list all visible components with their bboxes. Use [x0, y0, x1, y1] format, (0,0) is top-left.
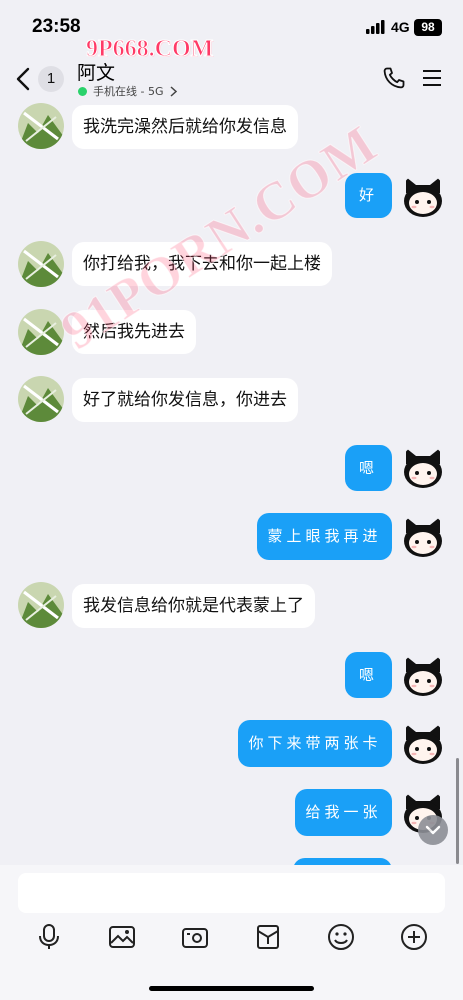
back-button[interactable]: [14, 66, 34, 92]
message-bubble-incoming[interactable]: 我发信息给你就是代表蒙上了: [72, 584, 315, 628]
message-bubble-incoming[interactable]: 我洗完澡然后就给你发信息: [72, 105, 298, 149]
chat-area[interactable]: 我洗完澡然后就给你发信息 好 你打给我，我下去和你一起上楼 然后我先进去 好了就…: [0, 100, 463, 865]
message-bubble-outgoing[interactable]: 给我一张: [295, 789, 392, 836]
status-time: 23:58: [32, 16, 81, 37]
message-bubble-outgoing[interactable]: 你下来带两张卡: [238, 720, 392, 767]
self-avatar[interactable]: [400, 444, 446, 490]
chevron-right-icon: [169, 85, 177, 97]
contact-avatar[interactable]: [18, 241, 64, 287]
battery-badge: 98: [414, 19, 442, 36]
online-status[interactable]: 手机在线 - 5G: [78, 83, 177, 99]
scroll-to-bottom-button[interactable]: [418, 815, 448, 845]
status-bar: 23:58 4G 98: [0, 0, 463, 52]
message-bubble-outgoing-partial[interactable]: [293, 858, 392, 865]
red-packet-icon[interactable]: [254, 923, 282, 951]
contact-avatar[interactable]: [18, 103, 64, 149]
message-bubble-incoming[interactable]: 好了就给你发信息，你进去: [72, 378, 298, 422]
network-label: 4G: [391, 19, 410, 35]
image-icon[interactable]: [108, 923, 136, 951]
watermark-diagonal: 91PORN.COM: [50, 113, 388, 362]
self-avatar[interactable]: [400, 720, 446, 766]
microphone-icon[interactable]: [35, 923, 63, 951]
scrollbar[interactable]: [456, 758, 459, 864]
chevron-down-icon: [425, 825, 441, 835]
phone-call-icon[interactable]: [382, 66, 406, 90]
signal-icon: [366, 20, 385, 34]
online-dot: [78, 86, 87, 96]
unread-count-badge[interactable]: 1: [38, 66, 64, 92]
menu-icon[interactable]: [422, 68, 442, 88]
online-status-text: 手机在线 - 5G: [93, 85, 164, 98]
message-input[interactable]: [18, 873, 445, 913]
home-indicator[interactable]: [149, 986, 314, 991]
self-avatar[interactable]: [400, 513, 446, 559]
self-avatar[interactable]: [400, 652, 446, 698]
contact-avatar[interactable]: [18, 582, 64, 628]
contact-avatar[interactable]: [18, 376, 64, 422]
input-area: [0, 865, 463, 1000]
contact-name[interactable]: 阿文: [77, 58, 115, 85]
camera-icon[interactable]: [181, 923, 209, 951]
emoji-icon[interactable]: [327, 923, 355, 951]
message-bubble-outgoing[interactable]: 蒙上眼我再进: [257, 513, 392, 560]
self-avatar[interactable]: [400, 173, 446, 219]
plus-icon[interactable]: [400, 923, 428, 951]
message-bubble-outgoing[interactable]: 嗯: [345, 445, 392, 491]
message-bubble-outgoing[interactable]: 嗯: [345, 652, 392, 698]
